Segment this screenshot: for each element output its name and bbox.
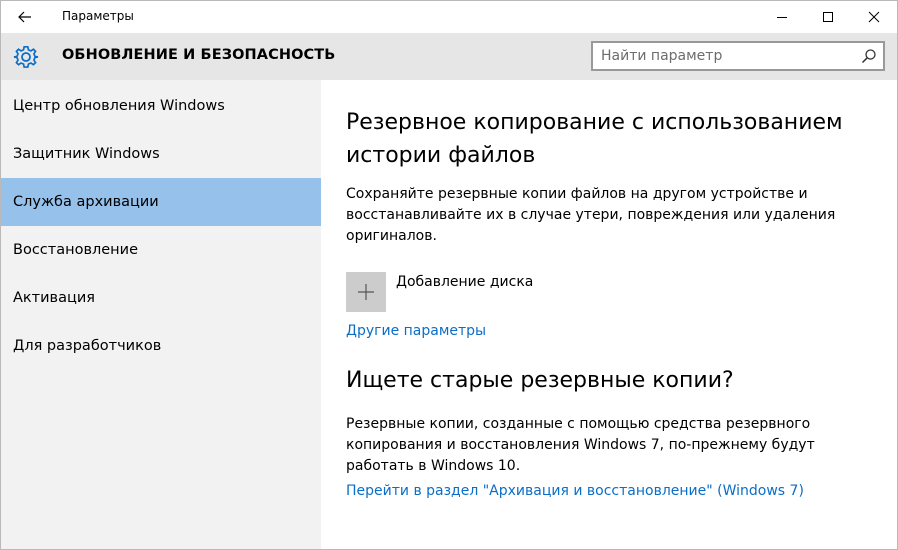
old-backups-heading: Ищете старые резервные копии? [346, 368, 734, 393]
back-button[interactable] [1, 1, 49, 33]
back-arrow-icon [18, 11, 31, 23]
sidebar-item-label: Центр обновления Windows [13, 98, 225, 114]
main-content: Резервное копирование с использованием и… [321, 80, 897, 549]
add-drive-button[interactable] [346, 272, 386, 312]
plus-icon [358, 284, 374, 300]
settings-window: Параметры ОБНОВЛЕНИЕ И БЕЗОПАСНОСТЬ Найт… [0, 0, 898, 550]
sidebar-item-label: Для разработчиков [13, 338, 162, 354]
sidebar-item-label: Защитник Windows [13, 146, 160, 162]
header-bar: ОБНОВЛЕНИЕ И БЕЗОПАСНОСТЬ [1, 33, 897, 80]
section-title: ОБНОВЛЕНИЕ И БЕЗОПАСНОСТЬ [62, 47, 336, 63]
close-button[interactable] [851, 1, 897, 33]
more-options-link[interactable]: Другие параметры [346, 323, 486, 339]
maximize-icon [823, 12, 833, 22]
title-bar: Параметры [1, 1, 897, 33]
minimize-icon [777, 17, 787, 18]
add-drive-label[interactable]: Добавление диска [396, 274, 533, 290]
search-input[interactable] [601, 43, 851, 69]
sidebar-item-backup[interactable]: Служба архивации [1, 178, 321, 226]
search-icon[interactable] [861, 48, 877, 64]
maximize-button[interactable] [805, 1, 851, 33]
gear-icon [13, 46, 39, 68]
sidebar-item-label: Активация [13, 290, 95, 306]
sidebar-item-recovery[interactable]: Восстановление [1, 226, 321, 274]
sidebar-item-for-developers[interactable]: Для разработчиков [1, 322, 321, 370]
sidebar-item-label: Служба архивации [13, 194, 159, 210]
sidebar-item-windows-update[interactable]: Центр обновления Windows [1, 82, 321, 130]
window-title: Параметры [62, 9, 134, 23]
sidebar-item-label: Восстановление [13, 242, 139, 258]
backup-description: Сохраняйте резервные копии файлов на дру… [346, 186, 836, 244]
win7-backup-link[interactable]: Перейти в раздел "Архивация и восстановл… [346, 483, 804, 499]
search-box[interactable] [591, 41, 885, 71]
old-backups-text: Резервные копии, созданные с помощью сре… [346, 416, 815, 474]
sidebar-item-activation[interactable]: Активация [1, 274, 321, 322]
minimize-button[interactable] [759, 1, 805, 33]
sidebar: Центр обновления Windows Защитник Window… [1, 80, 321, 549]
page-title: Резервное копирование с использованием и… [346, 110, 843, 168]
close-icon [868, 11, 880, 23]
sidebar-item-windows-defender[interactable]: Защитник Windows [1, 130, 321, 178]
